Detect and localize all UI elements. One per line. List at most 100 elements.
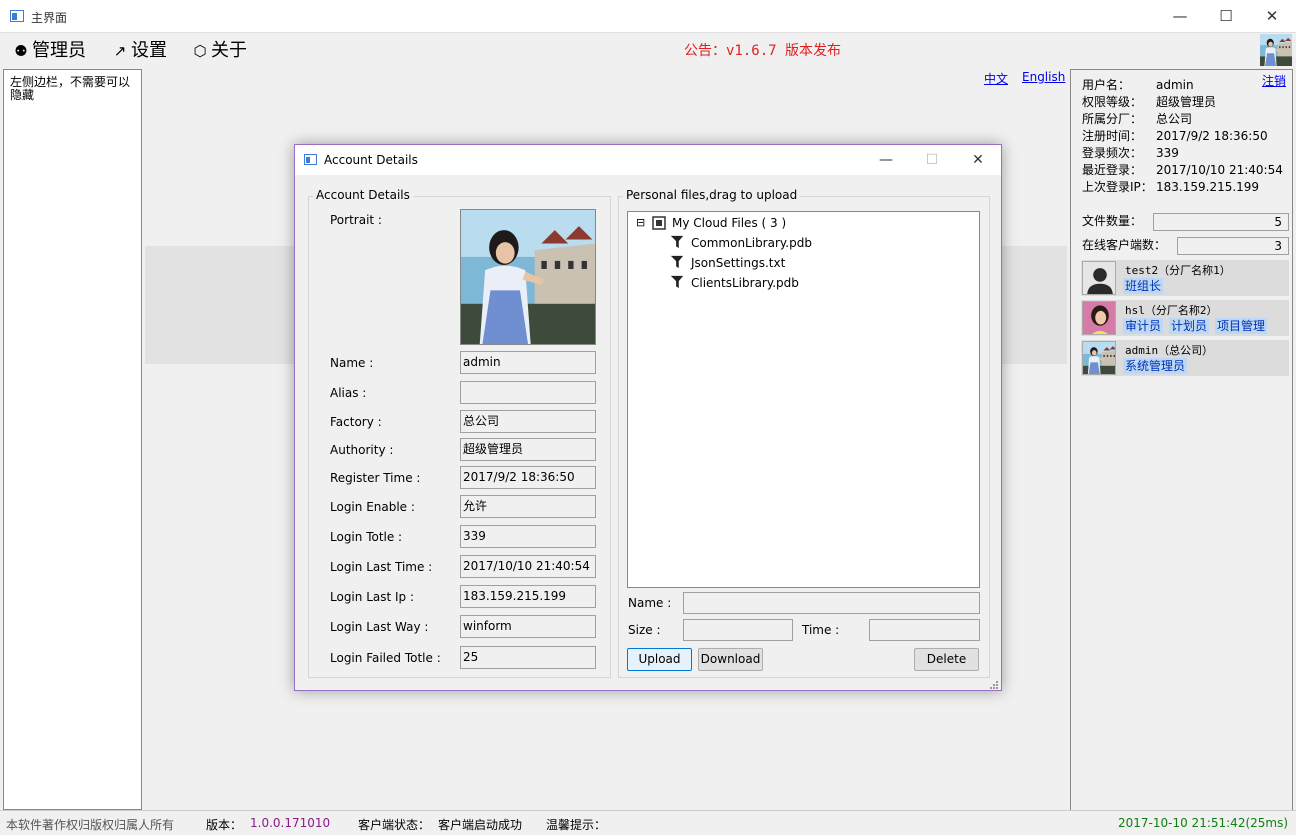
client-state-value: 客户端启动成功: [438, 818, 523, 832]
tree-file-item[interactable]: JsonSettings.txt: [691, 254, 785, 272]
account-details-dialog: Account Details — ☐ ✕ Account Details Po…: [294, 144, 1002, 691]
info-label-login-count: 登录频次：: [1082, 146, 1143, 160]
field-label: Alias :: [330, 386, 367, 400]
resize-grip-icon[interactable]: [989, 680, 999, 690]
dialog-title-bar: Account Details — ☐ ✕: [295, 145, 1001, 175]
txt-file-icon: [670, 255, 684, 269]
pdb-file-icon: [670, 275, 684, 289]
role-badge: 系统管理员: [1123, 358, 1188, 374]
tree-file-item[interactable]: ClientsLibrary.pdb: [691, 274, 799, 292]
info-value-last-login: 2017/10/10 21:40:54: [1156, 163, 1283, 177]
download-button[interactable]: Download: [698, 648, 763, 671]
client-name: hsl（分厂名称2）: [1125, 304, 1218, 317]
cloud-folder-icon: [652, 216, 666, 230]
info-label-last-ip: 上次登录IP：: [1082, 180, 1153, 194]
info-value-authority: 超级管理员: [1156, 95, 1217, 109]
language-english-link[interactable]: English: [1022, 70, 1065, 84]
version-value: 1.0.0.171010: [250, 816, 331, 830]
pdb-file-icon: [670, 235, 684, 249]
personal-files-legend: Personal files,drag to upload: [623, 188, 801, 202]
menu-about-label: 关于: [211, 40, 247, 61]
delete-button[interactable]: Delete: [914, 648, 979, 671]
dialog-maximize-button[interactable]: ☐: [909, 145, 955, 175]
logout-link[interactable]: 注销: [1262, 72, 1286, 89]
authority-field[interactable]: 超级管理员: [460, 438, 596, 461]
users-icon: ⚉: [14, 42, 28, 60]
left-sidebar-text: 左侧边栏，不需要可以隐藏: [10, 75, 131, 102]
client-item[interactable]: test2（分厂名称1） 班组长: [1081, 260, 1289, 296]
account-details-legend: Account Details: [313, 188, 413, 202]
menu-about[interactable]: ⬡ 关于: [191, 38, 247, 64]
alias-field[interactable]: [460, 381, 596, 404]
field-label: Authority :: [330, 443, 394, 457]
info-label-factory: 所属分厂：: [1082, 112, 1143, 126]
info-value-username: admin: [1156, 78, 1194, 92]
name-field[interactable]: admin: [460, 351, 596, 374]
client-avatar: [1082, 341, 1116, 375]
online-count-box: 3: [1177, 237, 1289, 255]
info-label-register-time: 注册时间：: [1082, 129, 1143, 143]
dialog-window-icon: [304, 154, 317, 165]
info-value-factory: 总公司: [1156, 112, 1193, 126]
upload-button[interactable]: Upload: [627, 648, 692, 671]
client-avatar: [1082, 261, 1116, 295]
login-totle-field[interactable]: 339: [460, 525, 596, 548]
field-label: Login Last Time :: [330, 560, 433, 574]
field-label: Register Time :: [330, 471, 421, 485]
file-name-label: Name :: [628, 596, 672, 610]
field-label: Login Enable :: [330, 500, 415, 514]
status-bar: 本软件著作权归版权归属人所有 版本： 1.0.0.171010 客户端状态： 客…: [0, 810, 1296, 835]
maximize-button[interactable]: ☐: [1203, 0, 1249, 33]
window-title-bar: 主界面 — ☐ ✕: [0, 0, 1296, 33]
tree-collapse-toggle[interactable]: ⊟: [636, 214, 645, 232]
field-label: Login Failed Totle :: [330, 651, 441, 665]
info-label-last-login: 最近登录：: [1082, 163, 1143, 177]
online-count-label: 在线客户端数：: [1082, 238, 1167, 252]
info-value-last-ip: 183.159.215.199: [1156, 180, 1260, 194]
file-time-field[interactable]: [869, 619, 980, 641]
portrait-image[interactable]: [460, 209, 596, 345]
client-state-label: 客户端状态：: [358, 818, 431, 832]
role-badge: 计划员: [1169, 318, 1210, 334]
client-roles: 审计员 计划员 项目管理: [1123, 318, 1268, 334]
info-value-login-count: 339: [1156, 146, 1179, 160]
file-name-field[interactable]: [683, 592, 980, 614]
register-time-field[interactable]: 2017/9/2 18:36:50: [460, 466, 596, 489]
client-name: admin（总公司）: [1125, 344, 1214, 357]
menu-admin[interactable]: ⚉ 管理员: [12, 38, 86, 64]
login-enable-field[interactable]: 允许: [460, 495, 596, 518]
client-item[interactable]: admin（总公司） 系统管理员: [1081, 340, 1289, 376]
field-label: Login Last Way :: [330, 620, 429, 634]
tree-file-item[interactable]: CommonLibrary.pdb: [691, 234, 812, 252]
role-badge: 审计员: [1123, 318, 1164, 334]
file-tree[interactable]: ⊟ My Cloud Files ( 3 ) CommonLibrary.pdb…: [627, 211, 980, 588]
arrow-icon: ↗: [113, 42, 127, 60]
tree-root-label[interactable]: My Cloud Files ( 3 ): [672, 214, 786, 232]
client-avatar: [1082, 301, 1116, 335]
info-label-username: 用户名：: [1082, 78, 1131, 92]
login-last-way-field[interactable]: winform: [460, 615, 596, 638]
user-avatar[interactable]: [1260, 34, 1292, 66]
client-item[interactable]: hsl（分厂名称2） 审计员 计划员 项目管理: [1081, 300, 1289, 336]
menu-settings[interactable]: ↗ 设置: [111, 38, 167, 64]
cube-icon: ⬡: [193, 42, 207, 60]
status-clock: 2017-10-10 21:51:42(25ms): [1118, 816, 1289, 830]
dialog-minimize-button[interactable]: —: [863, 145, 909, 175]
language-chinese-link[interactable]: 中文: [984, 70, 1008, 87]
file-size-label: Size :: [628, 623, 661, 637]
client-roles: 系统管理员: [1123, 358, 1188, 374]
minimize-button[interactable]: —: [1157, 0, 1203, 33]
dialog-close-button[interactable]: ✕: [955, 145, 1001, 175]
factory-field[interactable]: 总公司: [460, 410, 596, 433]
right-user-panel: 注销 用户名： admin 权限等级： 超级管理员 所属分厂： 总公司 注册时间…: [1070, 69, 1293, 811]
tip-label: 温馨提示：: [546, 818, 607, 832]
login-failed-totle-field[interactable]: 25: [460, 646, 596, 669]
field-label: Login Last Ip :: [330, 590, 415, 604]
copyright-text: 本软件著作权归版权归属人所有: [6, 818, 175, 832]
file-size-field[interactable]: [683, 619, 793, 641]
menu-admin-label: 管理员: [32, 40, 86, 61]
login-last-time-field[interactable]: 2017/10/10 21:40:54: [460, 555, 596, 578]
close-button[interactable]: ✕: [1249, 0, 1295, 33]
file-count-box: 5: [1153, 213, 1289, 231]
login-last-ip-field[interactable]: 183.159.215.199: [460, 585, 596, 608]
